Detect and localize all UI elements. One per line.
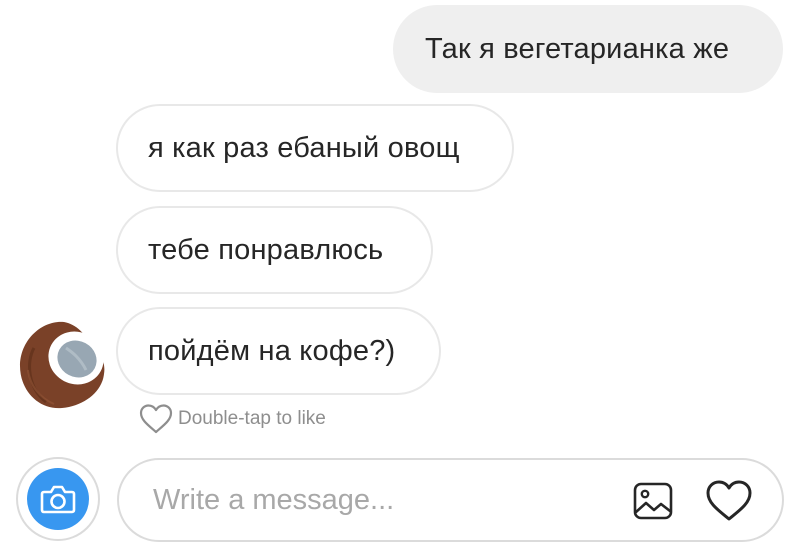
message-composer <box>117 458 784 542</box>
message-text: пойдём на кофе?) <box>148 334 396 367</box>
outgoing-message-bubble[interactable]: Так я вегетарианка же <box>393 5 783 93</box>
double-tap-like-hint: Double-tap to like <box>138 401 326 437</box>
gallery-button[interactable] <box>630 478 676 524</box>
incoming-message-bubble[interactable]: я как раз ебаный овощ <box>116 104 514 192</box>
sender-avatar[interactable] <box>14 318 108 412</box>
heart-outline-icon <box>139 404 173 434</box>
double-tap-like-text: Double-tap to like <box>178 408 326 429</box>
incoming-message-bubble[interactable]: пойдём на кофе?) <box>116 307 441 395</box>
camera-button-inner <box>27 468 89 530</box>
like-button[interactable] <box>704 476 754 526</box>
camera-button[interactable] <box>16 457 100 541</box>
message-text: Так я вегетарианка же <box>425 32 730 65</box>
message-text: я как раз ебаный овощ <box>148 131 460 164</box>
incoming-message-bubble[interactable]: тебе понравлюсь <box>116 206 433 294</box>
message-text: тебе понравлюсь <box>148 233 384 266</box>
camera-icon <box>40 485 76 514</box>
coconut-avatar-icon <box>20 321 105 409</box>
image-icon <box>633 482 673 520</box>
message-input[interactable] <box>153 475 593 525</box>
heart-icon <box>706 480 752 521</box>
